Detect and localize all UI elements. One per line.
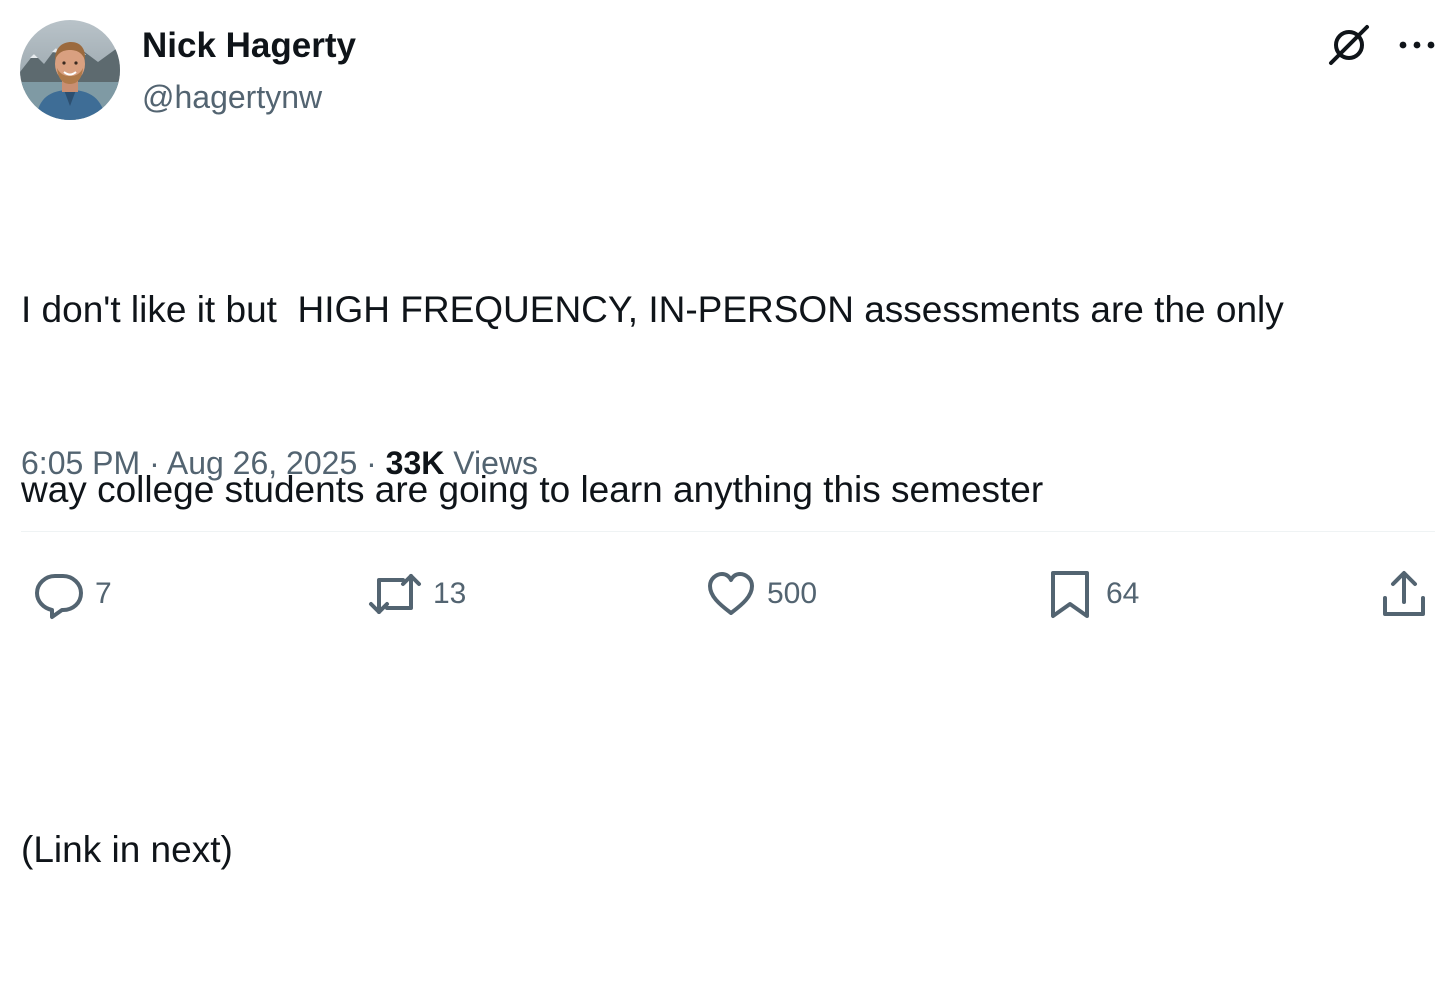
grok-icon[interactable] — [1326, 22, 1372, 68]
bookmark-icon — [1051, 571, 1089, 618]
divider — [21, 531, 1435, 532]
reply-count: 7 — [95, 577, 112, 610]
repost-button[interactable]: 13 — [367, 568, 466, 620]
tweet-date[interactable]: Aug 26, 2025 — [167, 445, 357, 481]
author-handle[interactable]: @hagertynw — [142, 79, 322, 115]
author-name[interactable]: Nick Hagerty — [142, 26, 356, 66]
tweet-time[interactable]: 6:05 PM — [21, 445, 140, 481]
bookmark-button[interactable]: 64 — [1044, 568, 1139, 620]
reply-button[interactable]: 7 — [33, 568, 112, 620]
repost-icon — [369, 574, 421, 614]
views-count: 33K — [385, 445, 445, 481]
profile-photo-icon — [20, 20, 120, 120]
like-button[interactable]: 500 — [705, 568, 817, 620]
like-count: 500 — [767, 577, 818, 610]
reply-icon — [35, 574, 83, 619]
tweet-meta: 6:05 PM · Aug 26, 2025 · 33K Views — [21, 443, 538, 483]
share-icon — [1383, 571, 1425, 616]
bookmark-count: 64 — [1106, 577, 1140, 610]
avatar[interactable] — [20, 20, 120, 120]
more-icon[interactable] — [1396, 30, 1438, 60]
tweet-text-line: I don't like it but HIGH FREQUENCY, IN-P… — [21, 289, 1284, 330]
heart-icon — [708, 572, 754, 615]
repost-count: 13 — [433, 577, 467, 610]
meta-separator: · — [149, 445, 160, 481]
share-button[interactable] — [1380, 568, 1428, 620]
tweet-text-line: (Link in next) — [21, 829, 233, 870]
tweet-card: Nick Hagerty @hagertynw I don't like it … — [0, 0, 1456, 870]
meta-separator: · — [366, 445, 377, 481]
views-label: Views — [453, 445, 539, 481]
